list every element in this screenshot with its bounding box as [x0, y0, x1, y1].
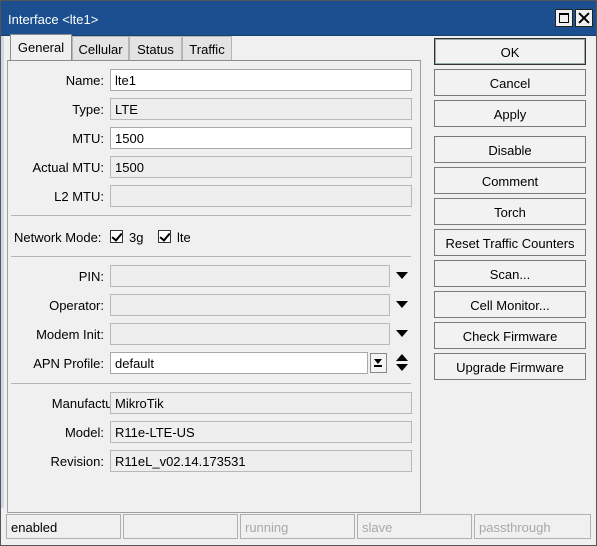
chevron-down-icon[interactable] [396, 330, 408, 337]
type-label: Type: [72, 102, 104, 117]
chevron-up-icon[interactable] [396, 354, 408, 361]
dropdown-button[interactable] [370, 353, 387, 373]
window-title: Interface <lte1> [8, 12, 99, 27]
actual-mtu-label: Actual MTU: [32, 160, 104, 175]
left-edge [1, 36, 4, 508]
tab-general[interactable]: General [10, 34, 72, 61]
pin-field[interactable] [110, 265, 390, 287]
apn-profile-label: APN Profile: [33, 356, 104, 371]
model-field: R11e-LTE-US [110, 421, 412, 443]
comment-button[interactable]: Comment [434, 167, 586, 194]
status-enabled: enabled [6, 514, 121, 539]
status-slave: slave [357, 514, 472, 539]
mtu-label: MTU: [72, 131, 104, 146]
network-mode-3g-label: 3g [129, 230, 144, 245]
disable-button[interactable]: Disable [434, 136, 586, 163]
name-label: Name: [65, 73, 104, 88]
checkbox-lte[interactable] [158, 230, 171, 243]
chevron-down-icon[interactable] [396, 272, 408, 279]
ok-button[interactable]: OK [434, 38, 586, 65]
operator-field[interactable] [110, 294, 390, 316]
pin-label: PIN: [78, 269, 104, 284]
chevron-down-icon [374, 359, 382, 364]
bar-icon [374, 365, 382, 367]
l2mtu-field [110, 185, 412, 207]
name-field[interactable]: lte1 [110, 69, 412, 91]
tab-traffic[interactable]: Traffic [182, 36, 232, 60]
maximize-icon[interactable] [555, 9, 573, 27]
modem-init-label: Modem Init: [36, 327, 104, 342]
model-label: Model: [64, 425, 104, 440]
revision-label: Revision: [50, 454, 104, 469]
operator-label: Operator: [49, 298, 104, 313]
cell-monitor-button[interactable]: Cell Monitor... [434, 291, 586, 318]
reset-traffic-counters-button[interactable]: Reset Traffic Counters [434, 229, 586, 256]
revision-field: R11eL_v02.14.173531 [110, 450, 412, 472]
chevron-down-icon[interactable] [396, 301, 408, 308]
separator [11, 215, 411, 216]
check-firmware-button[interactable]: Check Firmware [434, 322, 586, 349]
manufacturer-field: MikroTik [110, 392, 412, 414]
upgrade-firmware-button[interactable]: Upgrade Firmware [434, 353, 586, 380]
separator [11, 383, 411, 384]
title-bar[interactable]: Interface <lte1> [1, 1, 596, 36]
scan-button[interactable]: Scan... [434, 260, 586, 287]
apply-button[interactable]: Apply [434, 100, 586, 127]
actual-mtu-field: 1500 [110, 156, 412, 178]
status-passthrough: passthrough [474, 514, 591, 539]
type-field: LTE [110, 98, 412, 120]
cancel-button[interactable]: Cancel [434, 69, 586, 96]
modem-init-field[interactable] [110, 323, 390, 345]
status-blank [123, 514, 238, 539]
interface-dialog: Interface <lte1> General Cellular Status… [0, 0, 597, 546]
torch-button[interactable]: Torch [434, 198, 586, 225]
network-mode-label: Network Mode: [14, 230, 102, 245]
status-running: running [240, 514, 355, 539]
close-icon[interactable] [575, 9, 593, 27]
mtu-field[interactable]: 1500 [110, 127, 412, 149]
chevron-down-icon[interactable] [396, 364, 408, 371]
tab-cellular[interactable]: Cellular [72, 36, 129, 60]
network-mode-lte-label: lte [177, 230, 191, 245]
separator [11, 256, 411, 257]
l2mtu-label: L2 MTU: [54, 189, 104, 204]
checkbox-3g[interactable] [110, 230, 123, 243]
apn-profile-select[interactable]: default [110, 352, 368, 374]
tab-status[interactable]: Status [129, 36, 182, 60]
